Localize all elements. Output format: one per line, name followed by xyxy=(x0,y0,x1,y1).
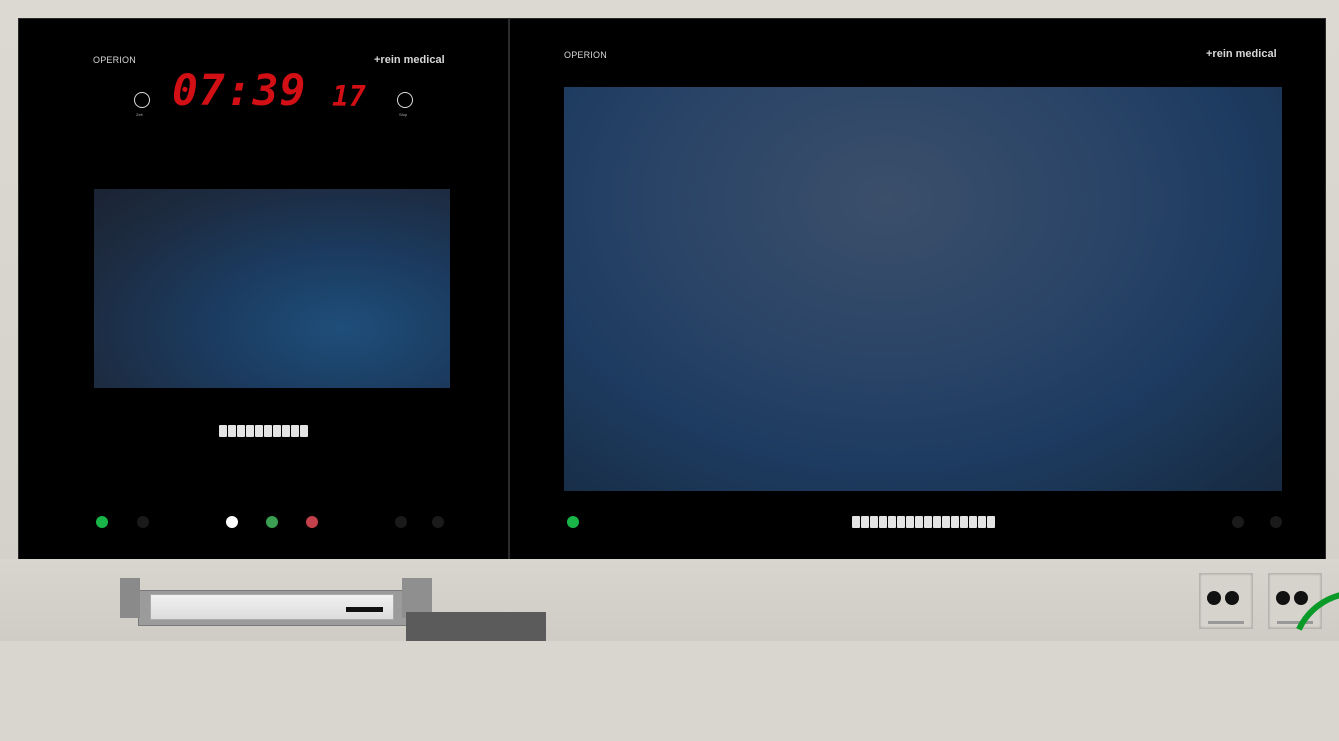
keypad-key[interactable] xyxy=(942,516,950,528)
socket-hole xyxy=(1276,591,1290,605)
stopwatch-start-label: Zeit xyxy=(136,112,143,117)
left-icon-keypad xyxy=(219,425,308,437)
status-led-green xyxy=(96,516,108,528)
keypad-key[interactable] xyxy=(237,425,245,437)
keypad-key[interactable] xyxy=(870,516,878,528)
keypad-key[interactable] xyxy=(879,516,887,528)
control-button-dim[interactable] xyxy=(1232,516,1244,528)
right-monitor-screen xyxy=(564,87,1282,491)
keypad-key[interactable] xyxy=(264,425,272,437)
keypad-key[interactable] xyxy=(852,516,860,528)
status-led-off xyxy=(137,516,149,528)
keypad-key[interactable] xyxy=(897,516,905,528)
logo-left: +rein medical xyxy=(374,54,445,66)
keypad-key[interactable] xyxy=(282,425,290,437)
right-icon-keypad xyxy=(852,516,995,528)
keypad-key[interactable] xyxy=(291,425,299,437)
socket-tag xyxy=(1208,621,1244,624)
keypad-key[interactable] xyxy=(246,425,254,437)
keypad-key[interactable] xyxy=(978,516,986,528)
drawer-tray[interactable] xyxy=(406,612,546,641)
keypad-key[interactable] xyxy=(951,516,959,528)
socket-hole xyxy=(1207,591,1221,605)
socket-hole xyxy=(1294,591,1308,605)
keypad-key[interactable] xyxy=(219,425,227,437)
logo-right: +rein medical xyxy=(1206,48,1277,60)
light-button-green[interactable] xyxy=(266,516,278,528)
keypad-key[interactable] xyxy=(960,516,968,528)
stopwatch-stop-label: Stop xyxy=(399,112,408,117)
keypad-key[interactable] xyxy=(987,516,995,528)
brand-label-right: OPERION xyxy=(564,50,607,60)
stopwatch-start-icon[interactable] xyxy=(134,92,150,108)
keypad-key[interactable] xyxy=(906,516,914,528)
stopwatch-stop-icon[interactable] xyxy=(397,92,413,108)
socket-hole xyxy=(1225,591,1239,605)
keypad-key[interactable] xyxy=(861,516,869,528)
clock-time: 07:39 xyxy=(172,66,307,116)
drawer-bracket-left xyxy=(120,578,140,618)
digital-clock: 07:39 17 xyxy=(172,66,377,116)
light-button-red[interactable] xyxy=(306,516,318,528)
keypad-key[interactable] xyxy=(273,425,281,437)
left-monitor-screen xyxy=(94,189,450,388)
keypad-key[interactable] xyxy=(255,425,263,437)
status-led-green-right xyxy=(567,516,579,528)
keypad-key[interactable] xyxy=(228,425,236,437)
keypad-key[interactable] xyxy=(915,516,923,528)
keypad-key[interactable] xyxy=(969,516,977,528)
drawer-handle-slot[interactable] xyxy=(346,607,383,612)
keypad-key[interactable] xyxy=(933,516,941,528)
control-button-dim[interactable] xyxy=(432,516,444,528)
panel-divider xyxy=(508,18,510,559)
clock-seconds: 17 xyxy=(332,80,366,113)
light-button-white[interactable] xyxy=(226,516,238,528)
keypad-key[interactable] xyxy=(300,425,308,437)
power-socket xyxy=(1199,573,1253,629)
control-button-dim[interactable] xyxy=(1270,516,1282,528)
keypad-key[interactable] xyxy=(924,516,932,528)
brand-label-left: OPERION xyxy=(93,55,136,65)
control-button-dim[interactable] xyxy=(395,516,407,528)
keypad-key[interactable] xyxy=(888,516,896,528)
